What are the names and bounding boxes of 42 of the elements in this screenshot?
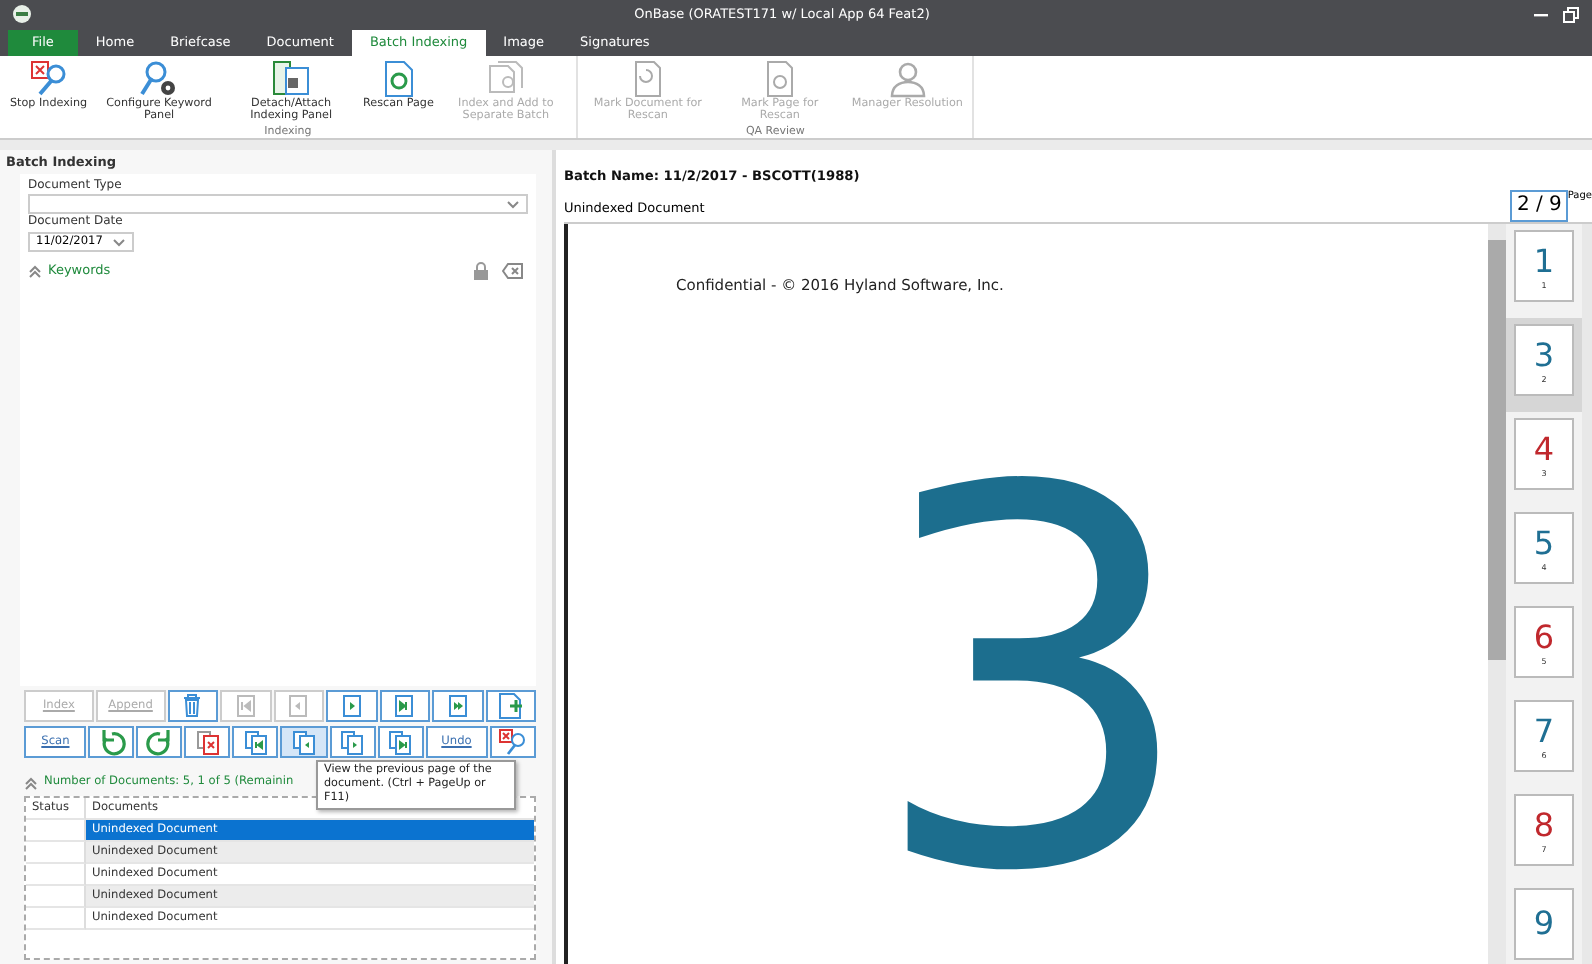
toolbar-button[interactable] (167, 690, 219, 722)
previous-page-icon (284, 692, 313, 720)
rotate-right-icon (145, 728, 174, 756)
page-counter-field[interactable]: 2 / 9 (1510, 190, 1568, 222)
toolbar-button[interactable] (329, 726, 376, 758)
scrollbar[interactable] (1582, 224, 1592, 964)
toolbar-button[interactable] (280, 726, 327, 758)
pages-previous-icon (289, 728, 318, 756)
stop-key-icon (498, 728, 527, 756)
restore-icon[interactable] (1562, 5, 1580, 23)
collapse-icon (24, 775, 38, 789)
last-page-icon (390, 692, 419, 720)
collapse-icon (28, 263, 42, 277)
toolbar-button[interactable] (379, 690, 431, 722)
toolbar-button[interactable] (377, 726, 424, 758)
toolbar-button[interactable] (485, 690, 536, 722)
caret-icon (112, 237, 126, 247)
pages-last-icon (386, 728, 415, 756)
toolbar-button[interactable] (326, 690, 378, 722)
table-cell (26, 864, 86, 886)
scrollbar[interactable] (1488, 224, 1506, 964)
toolbar-button[interactable] (232, 726, 279, 758)
next-document-icon (443, 692, 472, 720)
caret-icon (506, 199, 520, 209)
page-number-text: 3 (868, 424, 1199, 944)
person-icon (886, 58, 929, 98)
pages-next-icon (338, 728, 366, 756)
toolbar-button[interactable] (432, 690, 484, 722)
clear-icon[interactable] (502, 261, 524, 279)
app-logo-icon (12, 4, 32, 24)
delete-page-icon (193, 728, 222, 756)
toolbar-button[interactable] (184, 726, 231, 758)
toolbar-button[interactable] (88, 726, 135, 758)
rotate-left-icon (97, 728, 126, 756)
table-cell (26, 908, 86, 930)
toolbar-button[interactable] (136, 726, 183, 758)
toolbar-button[interactable] (489, 726, 536, 758)
next-page-icon (337, 692, 366, 720)
lock-icon[interactable] (472, 261, 490, 279)
pages-first-icon (241, 728, 270, 756)
first-page-icon (231, 692, 260, 720)
add-page-icon (496, 692, 525, 720)
